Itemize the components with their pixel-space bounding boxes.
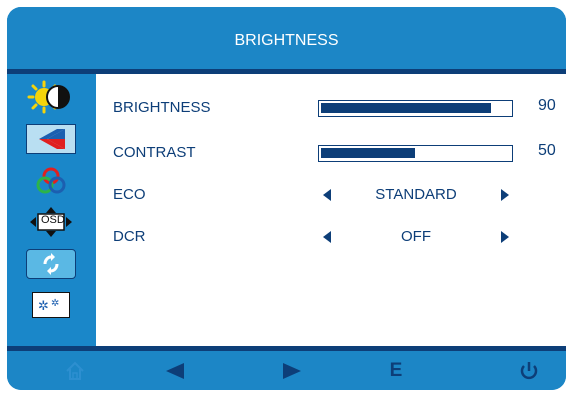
dcr-prev-arrow-icon[interactable] [323, 231, 331, 243]
enter-button[interactable]: E [381, 359, 411, 383]
osd-menu: BRIGHTNESS OSD ✲ ✲ BRIGHTNESS 90 CONTRAS… [7, 7, 566, 390]
power-button[interactable] [514, 359, 544, 383]
enter-e-icon: E [389, 360, 403, 381]
sidebar-item-misc[interactable]: ✲ ✲ [24, 288, 78, 322]
contrast-value: 50 [538, 142, 556, 159]
osd-icon-label: OSD [41, 214, 65, 226]
sidebar-item-osd[interactable]: OSD [24, 205, 78, 239]
settings-panel: BRIGHTNESS 90 CONTRAST 50 ECO STANDARD D… [96, 74, 566, 346]
color-icon [36, 167, 66, 194]
right-button[interactable] [277, 359, 307, 383]
eco-prev-arrow-icon[interactable] [323, 189, 331, 201]
reset-icon [43, 253, 59, 275]
sidebar-item-brightness[interactable] [24, 80, 78, 114]
brightness-label: BRIGHTNESS [113, 99, 211, 116]
picture-icon [39, 129, 65, 149]
sidebar-item-reset[interactable] [24, 247, 78, 281]
left-arrow-icon [166, 363, 184, 379]
svg-text:✲: ✲ [51, 298, 59, 309]
contrast-slider-fill [321, 148, 415, 158]
sidebar-item-color[interactable] [24, 163, 78, 197]
home-button[interactable] [60, 359, 90, 383]
contrast-label: CONTRAST [113, 144, 196, 161]
menu-header: BRIGHTNESS [7, 7, 566, 69]
dcr-row[interactable]: DCR OFF [96, 222, 566, 252]
misc-settings-icon: ✲ ✲ [38, 298, 59, 314]
sidebar: OSD ✲ ✲ [7, 74, 96, 346]
eco-label: ECO [113, 186, 146, 203]
brightness-slider-fill [321, 103, 491, 113]
brightness-value: 90 [538, 97, 556, 114]
power-icon [520, 362, 538, 380]
eco-row[interactable]: ECO STANDARD [96, 180, 566, 210]
eco-option: STANDARD [375, 186, 457, 203]
page-title: BRIGHTNESS [234, 32, 339, 49]
brightness-contrast-icon [27, 80, 70, 114]
eco-next-arrow-icon[interactable] [501, 189, 509, 201]
brightness-slider[interactable] [318, 100, 513, 117]
svg-text:✲: ✲ [38, 299, 49, 314]
footer-controls: E [7, 351, 566, 390]
brightness-row[interactable]: BRIGHTNESS 90 [96, 93, 566, 123]
dcr-option: OFF [401, 228, 431, 245]
sidebar-item-picture[interactable] [24, 122, 78, 156]
contrast-row[interactable]: CONTRAST 50 [96, 138, 566, 168]
left-button[interactable] [160, 359, 190, 383]
dcr-label: DCR [113, 228, 146, 245]
right-arrow-icon [283, 363, 301, 379]
contrast-slider[interactable] [318, 145, 513, 162]
home-icon [66, 361, 84, 380]
dcr-next-arrow-icon[interactable] [501, 231, 509, 243]
